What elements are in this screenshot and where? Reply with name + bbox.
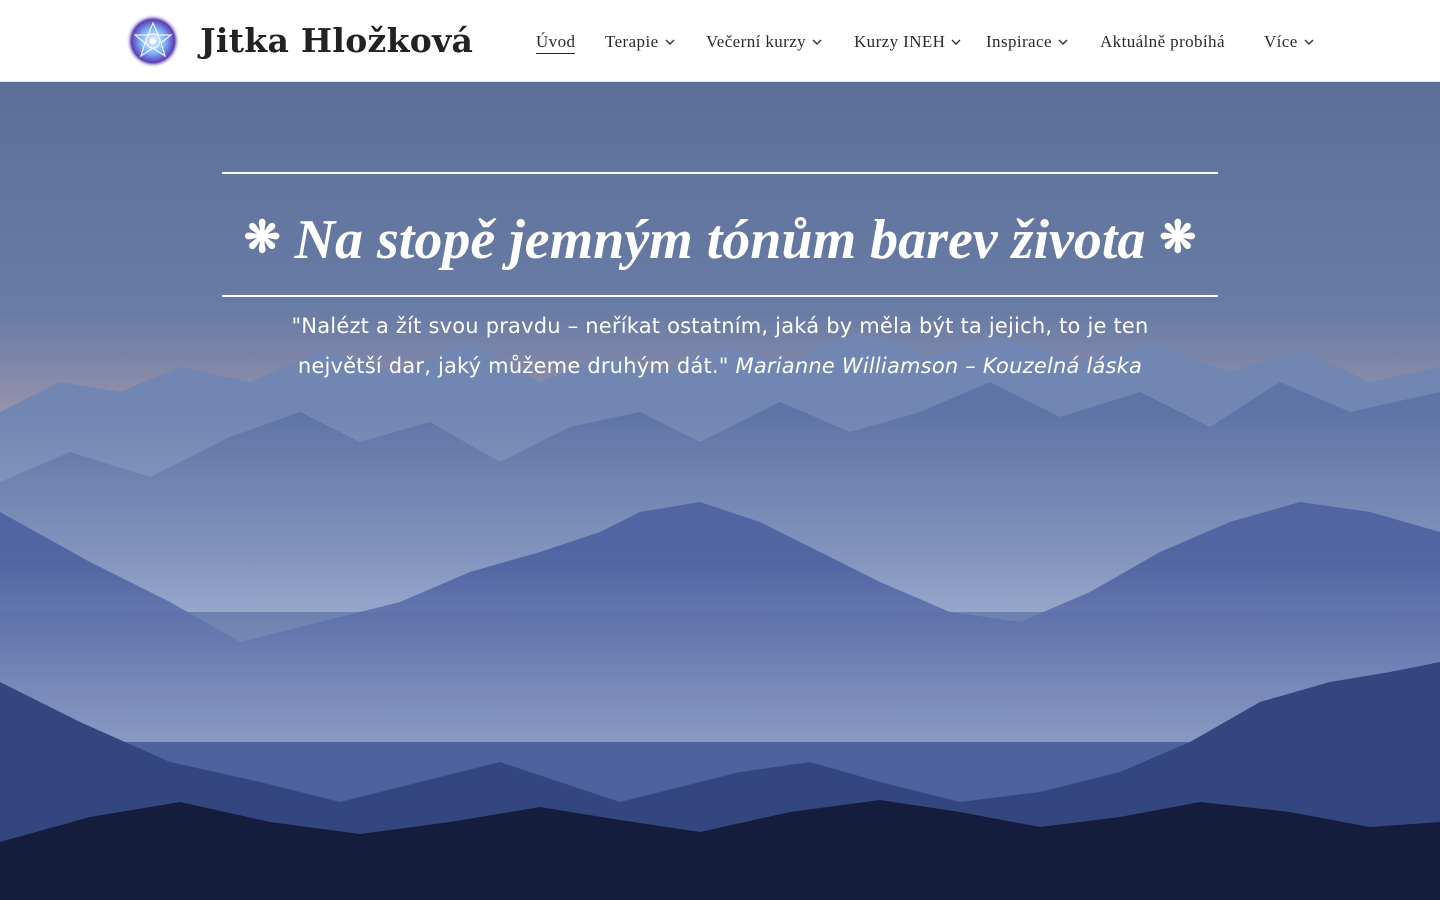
nav-item-kurzy-ineh[interactable]: Kurzy INEH — [854, 29, 961, 55]
nav-item-terapie[interactable]: Terapie — [605, 29, 675, 55]
divider-bottom — [222, 295, 1218, 297]
nav-item-vice[interactable]: Více — [1264, 29, 1314, 55]
chevron-down-icon — [1058, 37, 1068, 47]
nav-item-label: Terapie — [605, 32, 659, 51]
hero-section: ❋ Na stopě jemným tónům barev života ❋ "… — [0, 82, 1440, 900]
nav-item-uvod[interactable]: Úvod — [536, 29, 576, 55]
site-title[interactable]: Jitka Hložková — [200, 18, 473, 64]
site-header: Jitka Hložková Úvod Terapie Večerní kurz… — [0, 0, 1440, 82]
nav-item-label: Úvod — [536, 31, 576, 54]
hero-headline: ❋ Na stopě jemným tónům barev života ❋ — [222, 200, 1218, 278]
nav-item-label: Inspirace — [986, 32, 1052, 51]
asterisk-star-icon: ❋ — [1159, 213, 1197, 262]
nav-item-inspirace[interactable]: Inspirace — [986, 29, 1068, 55]
hero-quote: "Nalézt a žít svou pravdu – neříkat osta… — [250, 306, 1190, 386]
asterisk-star-icon: ❋ — [243, 213, 281, 262]
lotus-mandala-icon[interactable] — [125, 13, 181, 69]
nav-item-label: Večerní kurzy — [706, 32, 807, 51]
chevron-down-icon — [1304, 37, 1314, 47]
hero-headline-text: Na stopě jemným tónům barev života — [294, 209, 1146, 271]
chevron-down-icon — [665, 37, 675, 47]
chevron-down-icon — [812, 37, 822, 47]
nav-item-label: Aktuálně probíhá — [1100, 32, 1225, 51]
nav-item-vecerni-kurzy[interactable]: Večerní kurzy — [706, 29, 822, 55]
nav-item-label: Více — [1264, 32, 1298, 51]
nav-item-aktualne-probiha[interactable]: Aktuálně probíhá — [1100, 29, 1225, 55]
chevron-down-icon — [951, 37, 961, 47]
nav-item-label: Kurzy INEH — [854, 32, 946, 51]
divider-top — [222, 172, 1218, 174]
quote-author: Marianne Williamson – Kouzelná láska — [735, 354, 1143, 378]
